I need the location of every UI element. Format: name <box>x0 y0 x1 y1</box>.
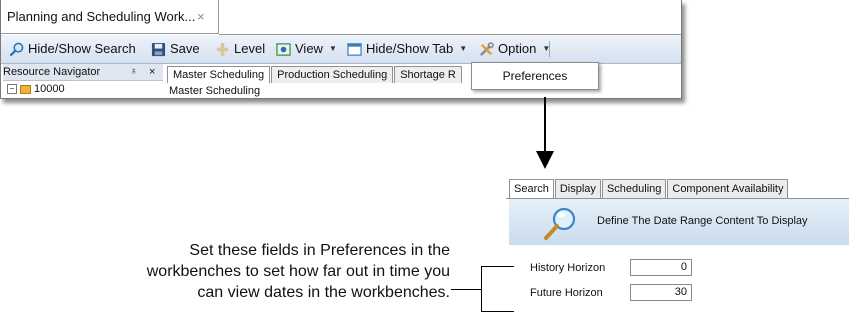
preferences-header: Define The Date Range Content To Display <box>509 199 849 245</box>
chevron-down-icon: ▼ <box>328 44 337 53</box>
annotation-line-3: can view dates in the workbenches. <box>197 284 450 301</box>
toolbar-separator <box>549 41 550 57</box>
preferences-dialog: Search Display Scheduling Component Avai… <box>506 178 849 322</box>
future-horizon-field[interactable]: 30 <box>630 284 692 301</box>
view-icon <box>276 42 291 56</box>
close-icon[interactable]: × <box>197 0 205 34</box>
tools-icon <box>480 41 494 56</box>
menu-item-preferences[interactable]: Preferences <box>472 63 598 89</box>
history-horizon-field[interactable]: 0 <box>630 259 692 276</box>
tab-master-scheduling[interactable]: Master Scheduling <box>167 66 271 83</box>
magnifier-icon <box>9 42 24 56</box>
preferences-header-text: Define The Date Range Content To Display <box>597 215 808 227</box>
annotation-bracket <box>481 266 482 312</box>
option-button[interactable]: Option ▼ <box>479 35 550 63</box>
close-icon[interactable]: × <box>149 64 155 80</box>
tree-item-label: 10000 <box>34 83 65 95</box>
content-title: Master Scheduling <box>169 85 261 97</box>
hide-show-search-button[interactable]: Hide/Show Search <box>9 35 136 63</box>
annotation-bracket-top <box>481 266 514 267</box>
annotation-line-2: workbenches to set how far out in time y… <box>146 263 450 280</box>
tab-production-scheduling[interactable]: Production Scheduling <box>271 66 394 83</box>
arrow-line <box>544 97 546 153</box>
tab-shortage[interactable]: Shortage R <box>394 66 462 83</box>
save-icon <box>151 42 166 56</box>
view-label: View <box>295 41 323 56</box>
level-label: Level <box>234 41 266 56</box>
hide-show-search-label: Hide/Show Search <box>28 41 136 56</box>
annotation-line-1: Set these fields in Preferences in the <box>189 242 450 259</box>
hide-show-tab-label: Hide/Show Tab <box>366 41 454 56</box>
tab-component-availability[interactable]: Component Availability <box>667 179 789 198</box>
workbench-window: Planning and Scheduling Work... × Hide/S… <box>0 0 682 99</box>
future-horizon-label: Future Horizon <box>530 287 603 299</box>
resource-navigator-header: Resource Navigator ♁ × <box>3 64 163 81</box>
document-tab[interactable]: Planning and Scheduling Work... × <box>1 0 219 34</box>
tab-display[interactable]: Display <box>554 179 601 198</box>
annotation-text: Set these fields in Preferences in the w… <box>10 240 450 303</box>
tab-strip <box>219 0 681 35</box>
arrow-down-icon <box>536 151 554 169</box>
pin-icon[interactable]: ♁ <box>130 64 138 80</box>
document-tab-title: Planning and Scheduling Work... <box>7 9 196 24</box>
history-horizon-label: History Horizon <box>530 262 606 274</box>
preferences-tabs: Search Display Scheduling Component Avai… <box>509 179 789 198</box>
save-label: Save <box>170 41 200 56</box>
level-icon <box>216 42 229 56</box>
chevron-down-icon: ▼ <box>459 44 468 53</box>
annotation-connector <box>451 289 481 290</box>
option-menu: Preferences <box>471 62 599 90</box>
resource-navigator-title: Resource Navigator <box>3 66 101 78</box>
tab-icon <box>347 42 362 56</box>
annotation-bracket-bottom <box>481 311 514 312</box>
collapse-icon[interactable]: − <box>7 84 17 94</box>
workbench-tabs: Master Scheduling Production Scheduling … <box>167 66 463 84</box>
level-button[interactable]: Level <box>215 35 265 63</box>
toolbar: Hide/Show Search Save Level View ▼ Hide/… <box>1 35 681 64</box>
hide-show-tab-button[interactable]: Hide/Show Tab ▼ <box>347 35 467 63</box>
view-button[interactable]: View ▼ <box>276 35 337 63</box>
tab-search[interactable]: Search <box>509 179 554 198</box>
tree-item[interactable]: − 10000 <box>7 82 65 96</box>
tab-scheduling[interactable]: Scheduling <box>601 179 667 198</box>
folder-icon <box>20 84 31 94</box>
save-button[interactable]: Save <box>151 35 200 63</box>
option-label: Option <box>498 41 537 56</box>
magnifier-icon <box>544 207 576 240</box>
